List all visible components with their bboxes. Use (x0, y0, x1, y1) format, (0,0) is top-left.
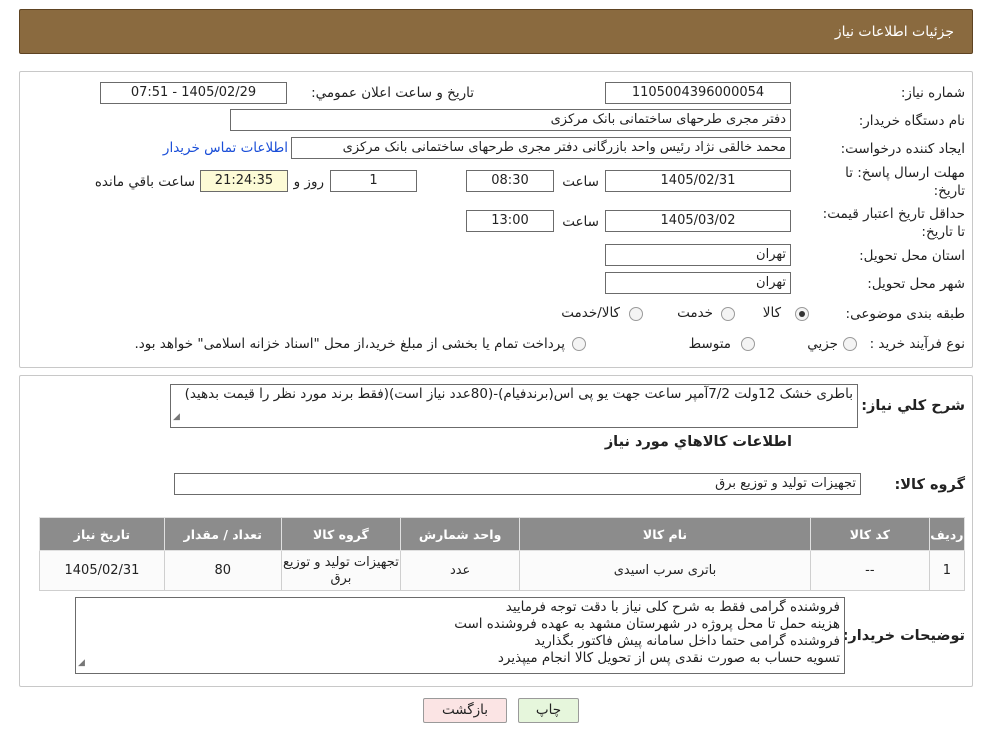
print-button[interactable]: چاپ (518, 698, 579, 723)
buyer-notes-label: توضیحات خریدار: (842, 628, 965, 644)
cell-row: 1 (928, 550, 966, 591)
time-remaining-field: 21:24:35 (200, 170, 288, 192)
province-label: استان محل تحویل: (859, 248, 965, 264)
col-row-header: ردیف (928, 517, 966, 551)
buyer-org-label: نام دستگاه خریدار: (858, 113, 965, 129)
city-field: تهران (605, 272, 791, 294)
validity-time-label: ساعت (562, 214, 599, 230)
cell-group: تجهیزات تولید و توزیع برق (280, 550, 402, 591)
cell-qty: 80 (163, 550, 282, 591)
price-validity-date-field: 1405/03/02 (605, 210, 791, 232)
col-unit-header: واحد شمارش (400, 517, 520, 551)
col-code-header: کد کالا (810, 517, 930, 551)
category-option-goods: کالا (762, 305, 781, 321)
page-title: جزئیات اطلاعات نیاز (834, 24, 954, 40)
province-field: تهران (605, 244, 791, 266)
deadline-date-field: 1405/02/31 (605, 170, 791, 192)
col-group-header: گروه کالا (280, 517, 402, 551)
category-label: طبقه بندی موضوعی: (845, 306, 965, 322)
need-number-field: 1105004396000054 (605, 82, 791, 104)
process-radio-medium[interactable] (741, 337, 755, 351)
days-label: روز و (293, 174, 324, 190)
col-date-header: تاریخ نیاز (39, 517, 165, 551)
cell-name: باتری سرب اسیدی (518, 550, 812, 591)
category-option-service: خدمت (677, 305, 713, 321)
announce-date-field: 1405/02/29 - 07:51 (100, 82, 287, 104)
creator-label: ایجاد کننده درخواست: (840, 141, 965, 157)
deadline-label: مهلت ارسال پاسخ: تا تاریخ: (845, 165, 965, 199)
resize-handle-icon[interactable]: ◢ (78, 655, 85, 672)
deadline-time-field: 08:30 (466, 170, 554, 192)
process-type-label: نوع فرآیند خرید : (869, 336, 965, 352)
deadline-time-label: ساعت (562, 174, 599, 190)
announce-date-label: تاریخ و ساعت اعلان عمومي: (311, 85, 474, 101)
goods-table: ردیف کد کالا نام کالا واحد شمارش گروه کا… (39, 517, 966, 591)
col-name-header: نام کالا (518, 517, 812, 551)
buyer-notes-textarea[interactable]: فروشنده گرامی فقط به شرح کلی نیاز با دقت… (75, 597, 845, 674)
buyer-note-line: فروشنده گرامی فقط به شرح کلی نیاز با دقت… (505, 599, 840, 615)
city-label: شهر محل تحویل: (867, 276, 965, 292)
table-row: 1 -- باتری سرب اسیدی عدد تجهیزات تولید و… (39, 550, 966, 591)
col-qty-header: تعداد / مقدار (163, 517, 282, 551)
buyer-note-line: تسویه حساب به صورت نقدی پس از تحویل کالا… (497, 650, 840, 666)
buyer-org-field: دفتر مجری طرحهای ساختمانی بانک مرکزی (230, 109, 791, 131)
goods-group-label: گروه کالا: (894, 477, 965, 493)
days-remaining-field: 1 (330, 170, 417, 192)
description-textarea[interactable]: باطری خشک 12ولت 7/2آمپر ساعت جهت یو پی ا… (170, 384, 858, 428)
description-text: باطری خشک 12ولت 7/2آمپر ساعت جهت یو پی ا… (184, 386, 853, 402)
page-header: جزئیات اطلاعات نیاز (19, 9, 973, 54)
process-radio-treasury[interactable] (572, 337, 586, 351)
resize-handle-icon[interactable]: ◢ (173, 409, 180, 426)
time-remaining-label: ساعت باقي مانده (94, 174, 195, 190)
description-label: شرح کلي نیاز: (861, 398, 965, 414)
buyer-note-line: فروشنده گرامی حتما داخل سامانه پیش فاکتو… (534, 633, 840, 649)
goods-group-field: تجهیزات تولید و توزیع برق (174, 473, 861, 495)
buyer-contact-link[interactable]: اطلاعات تماس خریدار (163, 140, 288, 156)
back-button[interactable]: بازگشت (423, 698, 507, 723)
goods-section-title: اطلاعات کالاهاي مورد نیاز (604, 434, 792, 450)
category-option-goods-service: کالا/خدمت (561, 305, 620, 321)
creator-field: محمد خالقی نژاد رئیس واحد بازرگانی دفتر … (291, 137, 791, 159)
price-validity-time-field: 13:00 (466, 210, 554, 232)
buyer-note-line: هزینه حمل تا محل پروژه در شهرستان مشهد ب… (454, 616, 840, 632)
process-treasury-note: پرداخت تمام یا بخشی از مبلغ خرید،از محل … (134, 336, 565, 352)
process-radio-minor[interactable] (843, 337, 857, 351)
cell-unit: عدد (400, 550, 520, 591)
category-radio-goods-service[interactable] (629, 307, 643, 321)
process-option-minor: جزیي (807, 336, 838, 352)
goods-table-header: ردیف کد کالا نام کالا واحد شمارش گروه کا… (39, 517, 966, 551)
need-number-label: شماره نیاز: (900, 85, 965, 101)
cell-date: 1405/02/31 (39, 550, 165, 591)
category-radio-service[interactable] (721, 307, 735, 321)
process-option-medium: متوسط (688, 336, 731, 352)
category-radio-goods[interactable] (795, 307, 809, 321)
cell-code: -- (810, 550, 930, 591)
price-validity-label: حداقل تاریخ اعتبار قیمت: تا تاریخ: (822, 206, 965, 240)
